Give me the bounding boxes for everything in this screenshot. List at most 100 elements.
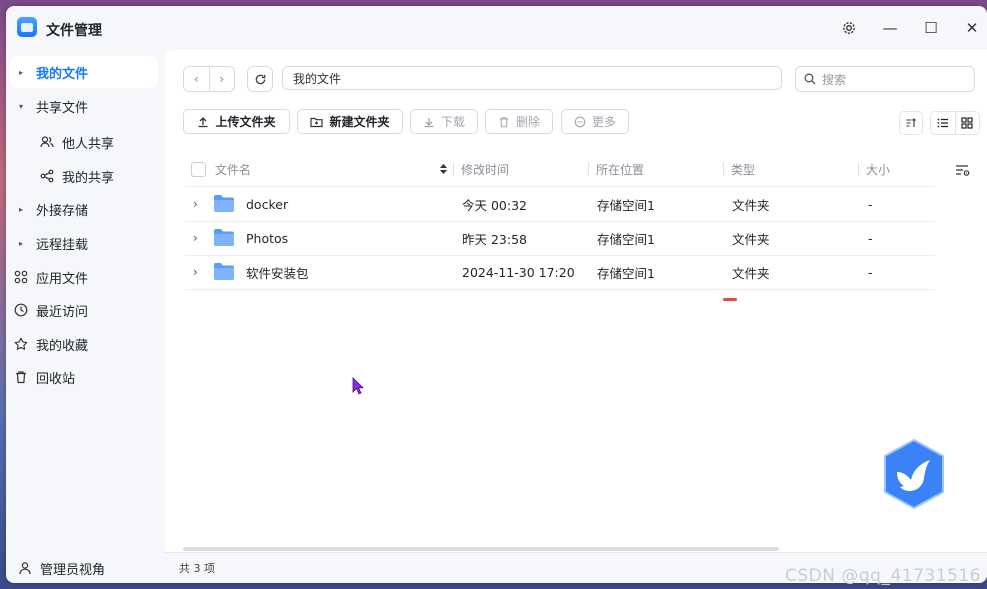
sidebar-item-label: 他人共享 [62, 136, 115, 152]
grid-view-button[interactable] [956, 112, 980, 134]
caret-down-icon: ▾ [18, 101, 23, 111]
delete-button[interactable]: 删除 [485, 109, 553, 134]
list-view-button[interactable] [931, 112, 956, 134]
close-button[interactable]: ✕ [962, 18, 982, 38]
grid-icon [961, 117, 973, 129]
upload-folder-button[interactable]: 上传文件夹 [183, 109, 290, 134]
modified-time: 2024-11-30 17:20 [462, 264, 575, 280]
sort-toggle-icon[interactable] [439, 152, 448, 186]
file-name[interactable]: docker [246, 187, 288, 221]
sidebar-item-recent[interactable]: 最近访问 [10, 294, 158, 326]
file-name[interactable]: 软件安装包 [246, 255, 309, 289]
upload-folder-label: 上传文件夹 [215, 115, 276, 129]
more-icon [574, 116, 586, 127]
expand-chevron-icon[interactable]: › [193, 221, 198, 255]
sidebar-item-label: 远程挂载 [36, 237, 89, 253]
folder-icon [214, 263, 234, 280]
column-header-size[interactable]: 大小 [866, 152, 890, 186]
list-icon [937, 118, 948, 128]
star-icon [10, 337, 32, 351]
app-title: 文件管理 [46, 23, 102, 39]
caret-right-icon: ▸ [18, 67, 23, 77]
maximize-button[interactable]: ☐ [921, 18, 941, 38]
users-icon [36, 135, 58, 149]
upload-icon [198, 116, 208, 127]
table-row[interactable]: › 软件安装包 2024-11-30 17:20 存储空间1 文件夹 - [185, 255, 935, 290]
forward-button[interactable]: › [210, 67, 235, 91]
refresh-button[interactable] [247, 66, 273, 92]
sidebar: ▸ 我的文件 ▾ 共享文件 他人共享 我的共享 ▸ 外接存储 ▸ 远程挂载 应用… [6, 50, 164, 583]
main-panel: ‹ › 我的文件 搜索 上传文件夹 新建文件夹 下载 删除 更多 文件名 修改时… [165, 50, 987, 553]
search-input[interactable]: 搜索 [795, 66, 975, 92]
select-all-checkbox[interactable] [191, 162, 206, 177]
sidebar-item-remote-mount[interactable]: ▸ 远程挂载 [10, 227, 158, 259]
modified-time: 今天 00:32 [462, 197, 527, 213]
folder-icon [214, 229, 234, 246]
path-bar[interactable]: 我的文件 [282, 66, 782, 90]
history-nav: ‹ › [183, 66, 235, 92]
clock-icon [10, 303, 32, 317]
gear-icon[interactable] [839, 18, 859, 38]
column-header-name[interactable]: 文件名 [215, 152, 251, 186]
new-folder-button[interactable]: 新建文件夹 [297, 109, 403, 134]
location: 存储空间1 [597, 265, 655, 281]
column-divider[interactable] [453, 162, 454, 176]
file-name[interactable]: Photos [246, 221, 288, 255]
sidebar-item-trash[interactable]: 回收站 [10, 361, 158, 393]
mouse-cursor-icon [352, 377, 364, 395]
column-header-type[interactable]: 类型 [731, 152, 755, 186]
expand-chevron-icon[interactable]: › [193, 255, 198, 289]
file-size: - [868, 264, 873, 280]
sidebar-item-label: 我的文件 [36, 66, 89, 82]
download-button[interactable]: 下载 [410, 109, 478, 134]
sidebar-item-shared-by-others[interactable]: 他人共享 [36, 126, 158, 158]
sidebar-item-favorites[interactable]: 我的收藏 [10, 328, 158, 360]
download-label: 下载 [440, 115, 465, 129]
file-type: 文件夹 [732, 265, 770, 281]
refresh-icon [255, 74, 265, 84]
column-divider[interactable] [858, 162, 859, 176]
sidebar-item-shared-files[interactable]: ▾ 共享文件 [10, 90, 158, 122]
sidebar-item-label: 回收站 [36, 371, 76, 387]
column-header-location[interactable]: 所在位置 [596, 152, 644, 186]
location: 存储空间1 [597, 197, 655, 213]
share-icon [36, 169, 58, 183]
item-count: 共 3 项 [179, 562, 215, 575]
table-row[interactable]: › Photos 昨天 23:58 存储空间1 文件夹 - [185, 221, 935, 256]
breadcrumb[interactable]: 我的文件 [293, 70, 341, 87]
more-label: 更多 [591, 115, 616, 129]
bird-logo-icon[interactable] [881, 438, 947, 510]
apps-icon [10, 270, 32, 284]
sort-icon [906, 118, 916, 127]
file-size: - [868, 230, 873, 246]
sidebar-item-label: 我的共享 [62, 170, 115, 186]
download-icon [424, 117, 434, 127]
delete-label: 删除 [515, 115, 540, 129]
more-button[interactable]: 更多 [561, 109, 629, 134]
watermark: CSDN @qq_41731516 [785, 566, 981, 586]
modified-time: 昨天 23:58 [462, 231, 527, 247]
sort-button[interactable] [899, 111, 923, 135]
expand-chevron-icon[interactable]: › [193, 187, 198, 221]
sidebar-item-my-files[interactable]: ▸ 我的文件 [10, 56, 158, 88]
table-row[interactable]: › docker 今天 00:32 存储空间1 文件夹 - [185, 187, 935, 222]
trash-icon [499, 116, 509, 127]
caret-right-icon: ▸ [18, 238, 23, 248]
admin-view-toggle[interactable]: 管理员视角 [14, 553, 105, 583]
app-logo-icon [17, 17, 37, 37]
sidebar-item-external-storage[interactable]: ▸ 外接存储 [10, 193, 158, 225]
column-divider[interactable] [588, 162, 589, 176]
column-resize-indicator [723, 298, 737, 301]
sidebar-item-label: 共享文件 [36, 100, 89, 116]
column-settings-icon[interactable] [953, 160, 973, 180]
sidebar-item-my-shares[interactable]: 我的共享 [36, 160, 158, 192]
back-button[interactable]: ‹ [184, 67, 210, 91]
sidebar-item-label: 外接存储 [36, 203, 89, 219]
column-divider[interactable] [723, 162, 724, 176]
column-header-modified[interactable]: 修改时间 [461, 152, 509, 186]
horizontal-scrollbar[interactable] [183, 547, 779, 551]
sidebar-item-app-files[interactable]: 应用文件 [10, 261, 158, 293]
caret-right-icon: ▸ [18, 204, 23, 214]
file-manager-window: 文件管理 — ☐ ✕ ▸ 我的文件 ▾ 共享文件 他人共享 我的共享 ▸ 外接存… [6, 6, 987, 583]
minimize-button[interactable]: — [880, 18, 900, 38]
